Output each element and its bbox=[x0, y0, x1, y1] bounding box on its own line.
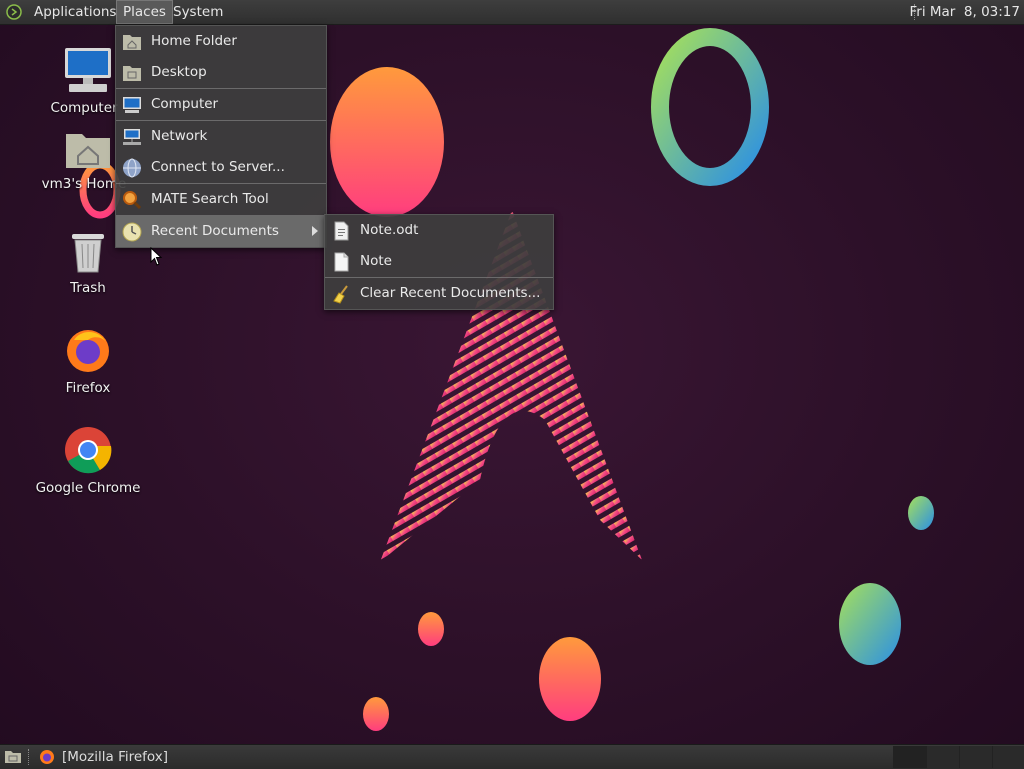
top-panel: Applications Places System Fri Mar 8, 03… bbox=[0, 0, 1024, 25]
menu-item-label: Note.odt bbox=[360, 222, 419, 238]
menu-item-note[interactable]: Note bbox=[325, 246, 553, 277]
menu-item-recent-documents[interactable]: Recent Documents bbox=[116, 216, 326, 247]
workspace-1[interactable] bbox=[893, 746, 926, 768]
mouse-cursor-icon bbox=[150, 247, 163, 266]
menu-item-mate-search-tool[interactable]: MATE Search Tool bbox=[116, 184, 326, 215]
desktop-icon-label: Trash bbox=[70, 280, 106, 296]
menu-item-computer[interactable]: Computer bbox=[116, 89, 326, 120]
menu-item-label: Connect to Server... bbox=[151, 159, 285, 175]
menu-item-label: Home Folder bbox=[151, 33, 237, 49]
menu-item-connect-to-server[interactable]: Connect to Server... bbox=[116, 152, 326, 183]
text-file-icon bbox=[334, 252, 349, 272]
desktop-icon-label: Firefox bbox=[65, 380, 111, 396]
desktop-icon-firefox[interactable]: Firefox bbox=[33, 326, 143, 396]
computer-icon bbox=[65, 48, 111, 92]
clock[interactable]: Fri Mar 8, 03:17 bbox=[909, 0, 1020, 24]
search-icon bbox=[123, 191, 142, 210]
clock-icon bbox=[122, 222, 142, 242]
desktop-icon-chrome[interactable]: Google Chrome bbox=[33, 426, 143, 496]
network-icon bbox=[123, 129, 141, 145]
submenu-arrow-icon bbox=[312, 226, 318, 236]
broom-icon bbox=[333, 285, 348, 304]
workspace-4[interactable] bbox=[992, 746, 1024, 768]
system-menu[interactable]: System bbox=[167, 0, 229, 24]
home-folder-icon bbox=[66, 134, 110, 168]
home-folder-icon bbox=[123, 35, 141, 50]
chrome-icon bbox=[65, 427, 112, 474]
taskbar-item-firefox[interactable]: [Mozilla Firefox] bbox=[34, 745, 168, 769]
bottom-panel: [Mozilla Firefox] bbox=[0, 744, 1024, 769]
desktop-icon-label: Google Chrome bbox=[35, 480, 141, 496]
show-desktop-icon[interactable] bbox=[4, 749, 22, 765]
mate-logo-icon[interactable] bbox=[6, 4, 22, 20]
menu-item-label: Note bbox=[360, 253, 392, 269]
menu-item-label: Clear Recent Documents... bbox=[360, 285, 541, 301]
firefox-icon bbox=[40, 750, 54, 764]
menu-item-desktop[interactable]: Desktop bbox=[116, 57, 326, 88]
trash-icon bbox=[72, 234, 104, 273]
workspace-3[interactable] bbox=[959, 746, 992, 768]
panel-separator bbox=[28, 749, 29, 765]
applications-menu[interactable]: Applications bbox=[28, 0, 122, 24]
menu-item-label: Desktop bbox=[151, 64, 207, 80]
desktop-folder-icon bbox=[123, 66, 141, 81]
firefox-icon bbox=[67, 330, 109, 372]
menu-item-network[interactable]: Network bbox=[116, 121, 326, 152]
menu-item-label: MATE Search Tool bbox=[151, 191, 269, 207]
taskbar-item-label: [Mozilla Firefox] bbox=[62, 749, 169, 765]
places-menu[interactable]: Places bbox=[116, 0, 173, 24]
globe-icon bbox=[123, 158, 141, 178]
recent-documents-submenu: Note.odt Note Clear Recent Documents... bbox=[324, 214, 554, 310]
menu-item-note-odt[interactable]: Note.odt bbox=[325, 215, 553, 246]
menu-item-label: Recent Documents bbox=[151, 223, 279, 239]
document-icon bbox=[334, 221, 349, 241]
menu-item-home-folder[interactable]: Home Folder bbox=[116, 26, 326, 57]
menu-item-label: Computer bbox=[151, 96, 219, 112]
places-dropdown: Home Folder Desktop Computer Network Con… bbox=[115, 25, 327, 248]
workspace-2[interactable] bbox=[926, 746, 959, 768]
menu-item-label: Network bbox=[151, 128, 208, 144]
menu-item-clear-recent-documents[interactable]: Clear Recent Documents... bbox=[325, 278, 553, 309]
computer-icon bbox=[123, 97, 141, 113]
